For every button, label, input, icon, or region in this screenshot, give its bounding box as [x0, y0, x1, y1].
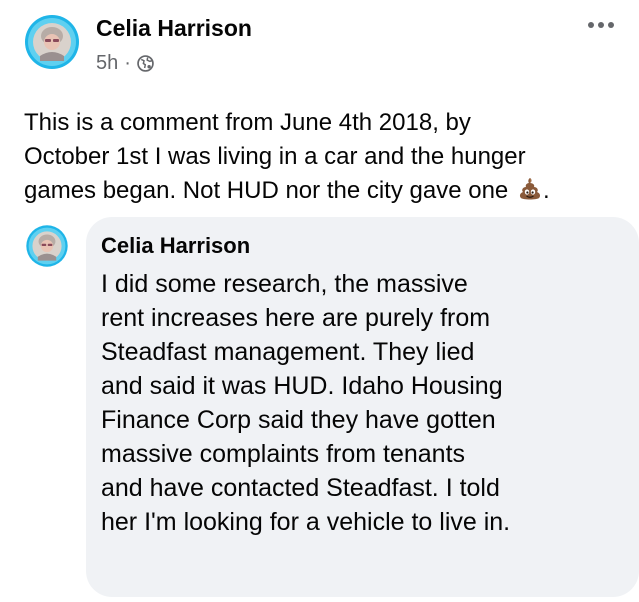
- post-timestamp[interactable]: 5h: [96, 52, 118, 75]
- author-avatar[interactable]: [22, 12, 82, 72]
- comment-text-line: massive complaints from tenants: [101, 440, 466, 468]
- meta-separator: ·: [124, 51, 131, 74]
- more-options-icon: [588, 22, 614, 28]
- pile-of-poo-emoji-icon: [517, 176, 543, 202]
- comment-body: I did some research, the massive rent in…: [101, 267, 631, 539]
- post-author-name[interactable]: Celia Harrison: [96, 15, 252, 42]
- post-body: This is a comment from June 4th 2018, by…: [24, 106, 624, 208]
- post-text-line: games began. Not HUD nor the city gave o…: [24, 177, 509, 204]
- avatar-image: [24, 223, 70, 269]
- more-options-button[interactable]: [584, 14, 618, 36]
- comment-bubble: Celia Harrison I did some research, the …: [86, 217, 639, 597]
- avatar-image: [23, 13, 81, 71]
- comment-text-line: and said it was HUD. Idaho Housing: [101, 372, 503, 400]
- comment-text-line: rent increases here are purely from: [101, 304, 491, 332]
- comment-author-name[interactable]: Celia Harrison: [101, 233, 250, 259]
- post-text-line: October 1st I was living in a car and th…: [24, 143, 526, 170]
- post-text-line-last: games began. Not HUD nor the city gave o…: [24, 174, 624, 208]
- comment-text-line: and have contacted Steadfast. I told: [101, 474, 500, 502]
- comment-text-line: Steadfast management. They lied: [101, 338, 475, 366]
- post-text-end: .: [542, 177, 550, 204]
- comment-text-line: I did some research, the massive: [101, 270, 468, 298]
- comment-text-line: Finance Corp said they have gotten: [101, 406, 496, 434]
- post-text-line: This is a comment from June 4th 2018, by: [24, 109, 471, 136]
- globe-icon[interactable]: [137, 54, 154, 72]
- comment-author-avatar[interactable]: [24, 223, 70, 269]
- comment-text-line: her I'm looking for a vehicle to live in…: [101, 508, 511, 536]
- post-meta: 5h ·: [96, 51, 154, 75]
